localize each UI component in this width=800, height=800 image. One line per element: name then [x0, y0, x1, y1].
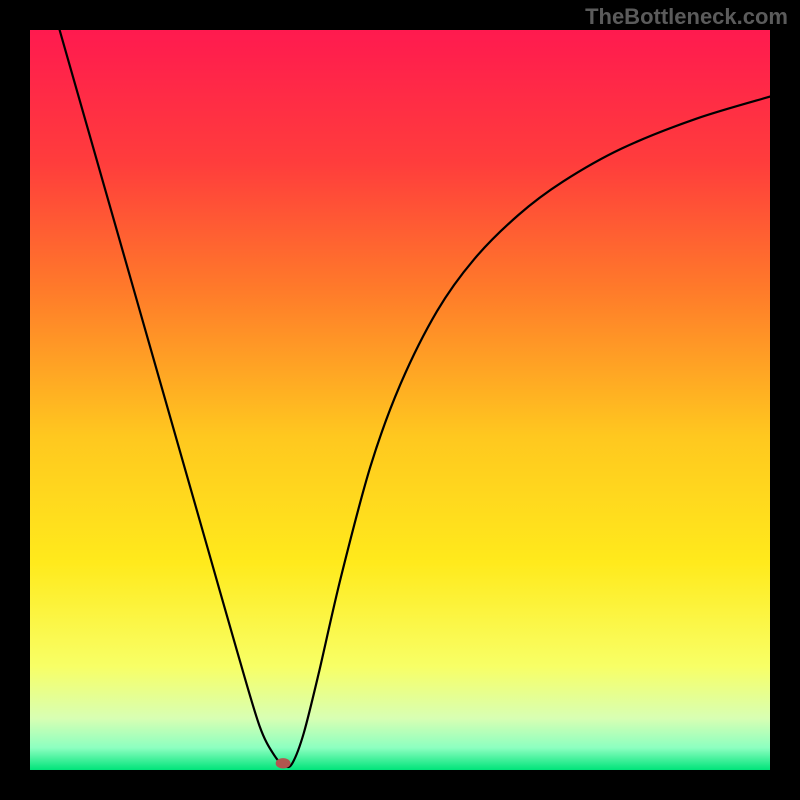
watermark-text: TheBottleneck.com — [585, 4, 788, 30]
plot-svg — [30, 30, 770, 770]
chart-frame: TheBottleneck.com — [0, 0, 800, 800]
plot-background — [30, 30, 770, 770]
minimum-marker — [276, 758, 291, 768]
